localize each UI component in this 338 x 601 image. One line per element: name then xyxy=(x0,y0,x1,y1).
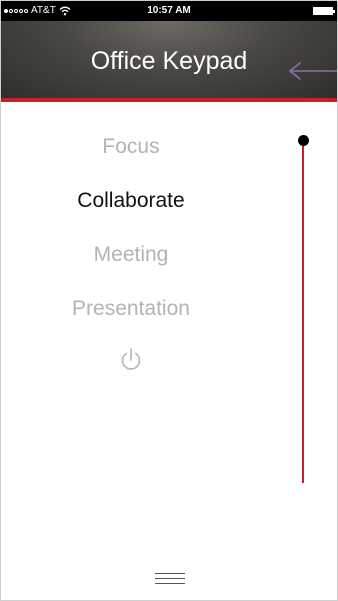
battery-icon xyxy=(313,7,335,15)
app-header: Office Keypad xyxy=(1,21,337,98)
mode-item-collaborate[interactable]: Collaborate xyxy=(1,181,261,221)
page-title: Office Keypad xyxy=(90,47,248,75)
slider-track[interactable] xyxy=(302,139,304,483)
status-bar: AT&T 10:57 AM xyxy=(1,1,337,21)
app-screen: AT&T 10:57 AM Office Keypad Focus Collab… xyxy=(0,0,338,601)
mode-item-presentation[interactable]: Presentation xyxy=(1,289,261,329)
status-time: 10:57 AM xyxy=(147,5,191,16)
power-icon[interactable] xyxy=(119,347,143,373)
arrow-left-icon[interactable] xyxy=(287,61,337,81)
vertical-level-slider[interactable] xyxy=(293,129,313,489)
mode-item-focus[interactable]: Focus xyxy=(1,127,261,167)
header-underline xyxy=(1,98,337,102)
mode-item-meeting[interactable]: Meeting xyxy=(1,235,261,275)
hamburger-menu-icon[interactable] xyxy=(155,571,185,587)
slider-handle[interactable] xyxy=(298,134,309,146)
